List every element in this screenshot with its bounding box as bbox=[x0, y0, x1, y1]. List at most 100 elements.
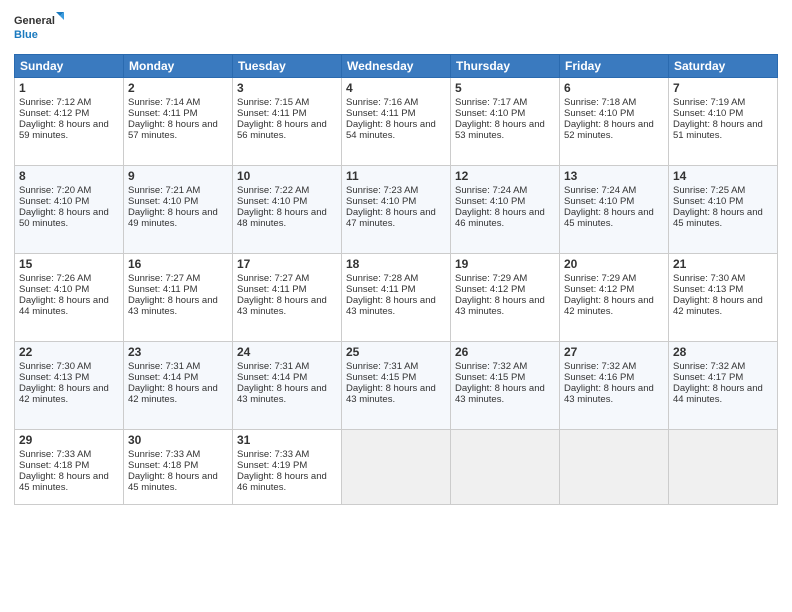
sunrise-text: Sunrise: 7:27 AM bbox=[237, 273, 337, 284]
sunrise-text: Sunrise: 7:33 AM bbox=[237, 449, 337, 460]
day-number: 13 bbox=[564, 169, 664, 183]
day-number: 17 bbox=[237, 257, 337, 271]
calendar-cell: 27Sunrise: 7:32 AMSunset: 4:16 PMDayligh… bbox=[560, 342, 669, 430]
daylight-text: Daylight: 8 hours and 43 minutes. bbox=[237, 383, 337, 405]
calendar-cell: 11Sunrise: 7:23 AMSunset: 4:10 PMDayligh… bbox=[342, 166, 451, 254]
calendar-cell: 28Sunrise: 7:32 AMSunset: 4:17 PMDayligh… bbox=[669, 342, 778, 430]
daylight-text: Daylight: 8 hours and 43 minutes. bbox=[564, 383, 664, 405]
sunset-text: Sunset: 4:10 PM bbox=[346, 196, 446, 207]
daylight-text: Daylight: 8 hours and 45 minutes. bbox=[673, 207, 773, 229]
daylight-text: Daylight: 8 hours and 57 minutes. bbox=[128, 119, 228, 141]
weekday-header-saturday: Saturday bbox=[669, 55, 778, 78]
sunset-text: Sunset: 4:10 PM bbox=[19, 196, 119, 207]
sunset-text: Sunset: 4:15 PM bbox=[455, 372, 555, 383]
calendar-cell: 30Sunrise: 7:33 AMSunset: 4:18 PMDayligh… bbox=[124, 430, 233, 505]
sunset-text: Sunset: 4:10 PM bbox=[564, 108, 664, 119]
sunrise-text: Sunrise: 7:17 AM bbox=[455, 97, 555, 108]
sunset-text: Sunset: 4:11 PM bbox=[237, 108, 337, 119]
daylight-text: Daylight: 8 hours and 43 minutes. bbox=[346, 383, 446, 405]
day-number: 28 bbox=[673, 345, 773, 359]
sunrise-text: Sunrise: 7:32 AM bbox=[455, 361, 555, 372]
calendar-cell bbox=[560, 430, 669, 505]
sunset-text: Sunset: 4:13 PM bbox=[673, 284, 773, 295]
calendar-header-row: SundayMondayTuesdayWednesdayThursdayFrid… bbox=[15, 55, 778, 78]
sunrise-text: Sunrise: 7:31 AM bbox=[237, 361, 337, 372]
day-number: 3 bbox=[237, 81, 337, 95]
logo-svg: General Blue bbox=[14, 10, 64, 48]
daylight-text: Daylight: 8 hours and 42 minutes. bbox=[19, 383, 119, 405]
day-number: 24 bbox=[237, 345, 337, 359]
day-number: 30 bbox=[128, 433, 228, 447]
day-number: 18 bbox=[346, 257, 446, 271]
sunset-text: Sunset: 4:19 PM bbox=[237, 460, 337, 471]
day-number: 9 bbox=[128, 169, 228, 183]
daylight-text: Daylight: 8 hours and 44 minutes. bbox=[19, 295, 119, 317]
sunset-text: Sunset: 4:10 PM bbox=[19, 284, 119, 295]
calendar-cell: 24Sunrise: 7:31 AMSunset: 4:14 PMDayligh… bbox=[233, 342, 342, 430]
day-number: 25 bbox=[346, 345, 446, 359]
logo: General Blue bbox=[14, 10, 64, 48]
sunset-text: Sunset: 4:10 PM bbox=[455, 108, 555, 119]
calendar-cell: 12Sunrise: 7:24 AMSunset: 4:10 PMDayligh… bbox=[451, 166, 560, 254]
daylight-text: Daylight: 8 hours and 56 minutes. bbox=[237, 119, 337, 141]
sunrise-text: Sunrise: 7:32 AM bbox=[673, 361, 773, 372]
calendar-cell: 18Sunrise: 7:28 AMSunset: 4:11 PMDayligh… bbox=[342, 254, 451, 342]
calendar-cell: 9Sunrise: 7:21 AMSunset: 4:10 PMDaylight… bbox=[124, 166, 233, 254]
sunset-text: Sunset: 4:18 PM bbox=[128, 460, 228, 471]
day-number: 21 bbox=[673, 257, 773, 271]
daylight-text: Daylight: 8 hours and 48 minutes. bbox=[237, 207, 337, 229]
calendar-cell: 1Sunrise: 7:12 AMSunset: 4:12 PMDaylight… bbox=[15, 78, 124, 166]
calendar-cell: 13Sunrise: 7:24 AMSunset: 4:10 PMDayligh… bbox=[560, 166, 669, 254]
day-number: 2 bbox=[128, 81, 228, 95]
sunrise-text: Sunrise: 7:28 AM bbox=[346, 273, 446, 284]
sunrise-text: Sunrise: 7:27 AM bbox=[128, 273, 228, 284]
calendar-cell: 31Sunrise: 7:33 AMSunset: 4:19 PMDayligh… bbox=[233, 430, 342, 505]
day-number: 16 bbox=[128, 257, 228, 271]
day-number: 12 bbox=[455, 169, 555, 183]
sunset-text: Sunset: 4:10 PM bbox=[564, 196, 664, 207]
sunset-text: Sunset: 4:16 PM bbox=[564, 372, 664, 383]
daylight-text: Daylight: 8 hours and 45 minutes. bbox=[564, 207, 664, 229]
svg-text:Blue: Blue bbox=[14, 29, 38, 41]
day-number: 14 bbox=[673, 169, 773, 183]
calendar-cell: 10Sunrise: 7:22 AMSunset: 4:10 PMDayligh… bbox=[233, 166, 342, 254]
sunrise-text: Sunrise: 7:26 AM bbox=[19, 273, 119, 284]
day-number: 22 bbox=[19, 345, 119, 359]
sunrise-text: Sunrise: 7:24 AM bbox=[455, 185, 555, 196]
sunrise-text: Sunrise: 7:16 AM bbox=[346, 97, 446, 108]
calendar-table: SundayMondayTuesdayWednesdayThursdayFrid… bbox=[14, 54, 778, 505]
calendar-cell: 17Sunrise: 7:27 AMSunset: 4:11 PMDayligh… bbox=[233, 254, 342, 342]
sunset-text: Sunset: 4:14 PM bbox=[128, 372, 228, 383]
sunset-text: Sunset: 4:18 PM bbox=[19, 460, 119, 471]
header: General Blue bbox=[14, 10, 778, 48]
sunrise-text: Sunrise: 7:32 AM bbox=[564, 361, 664, 372]
sunset-text: Sunset: 4:10 PM bbox=[673, 196, 773, 207]
sunrise-text: Sunrise: 7:23 AM bbox=[346, 185, 446, 196]
page-container: General Blue SundayMondayTuesdayWednesda… bbox=[0, 0, 792, 513]
calendar-cell: 4Sunrise: 7:16 AMSunset: 4:11 PMDaylight… bbox=[342, 78, 451, 166]
daylight-text: Daylight: 8 hours and 59 minutes. bbox=[19, 119, 119, 141]
calendar-cell: 8Sunrise: 7:20 AMSunset: 4:10 PMDaylight… bbox=[15, 166, 124, 254]
sunset-text: Sunset: 4:11 PM bbox=[346, 108, 446, 119]
calendar-cell: 6Sunrise: 7:18 AMSunset: 4:10 PMDaylight… bbox=[560, 78, 669, 166]
sunset-text: Sunset: 4:11 PM bbox=[128, 108, 228, 119]
calendar-week-4: 22Sunrise: 7:30 AMSunset: 4:13 PMDayligh… bbox=[15, 342, 778, 430]
weekday-header-sunday: Sunday bbox=[15, 55, 124, 78]
sunrise-text: Sunrise: 7:21 AM bbox=[128, 185, 228, 196]
sunrise-text: Sunrise: 7:33 AM bbox=[19, 449, 119, 460]
weekday-header-thursday: Thursday bbox=[451, 55, 560, 78]
sunrise-text: Sunrise: 7:18 AM bbox=[564, 97, 664, 108]
weekday-header-tuesday: Tuesday bbox=[233, 55, 342, 78]
calendar-week-3: 15Sunrise: 7:26 AMSunset: 4:10 PMDayligh… bbox=[15, 254, 778, 342]
weekday-header-monday: Monday bbox=[124, 55, 233, 78]
sunrise-text: Sunrise: 7:30 AM bbox=[673, 273, 773, 284]
daylight-text: Daylight: 8 hours and 46 minutes. bbox=[455, 207, 555, 229]
day-number: 23 bbox=[128, 345, 228, 359]
daylight-text: Daylight: 8 hours and 43 minutes. bbox=[455, 383, 555, 405]
calendar-cell: 5Sunrise: 7:17 AMSunset: 4:10 PMDaylight… bbox=[451, 78, 560, 166]
day-number: 20 bbox=[564, 257, 664, 271]
calendar-cell: 26Sunrise: 7:32 AMSunset: 4:15 PMDayligh… bbox=[451, 342, 560, 430]
calendar-week-5: 29Sunrise: 7:33 AMSunset: 4:18 PMDayligh… bbox=[15, 430, 778, 505]
calendar-cell: 22Sunrise: 7:30 AMSunset: 4:13 PMDayligh… bbox=[15, 342, 124, 430]
daylight-text: Daylight: 8 hours and 43 minutes. bbox=[237, 295, 337, 317]
